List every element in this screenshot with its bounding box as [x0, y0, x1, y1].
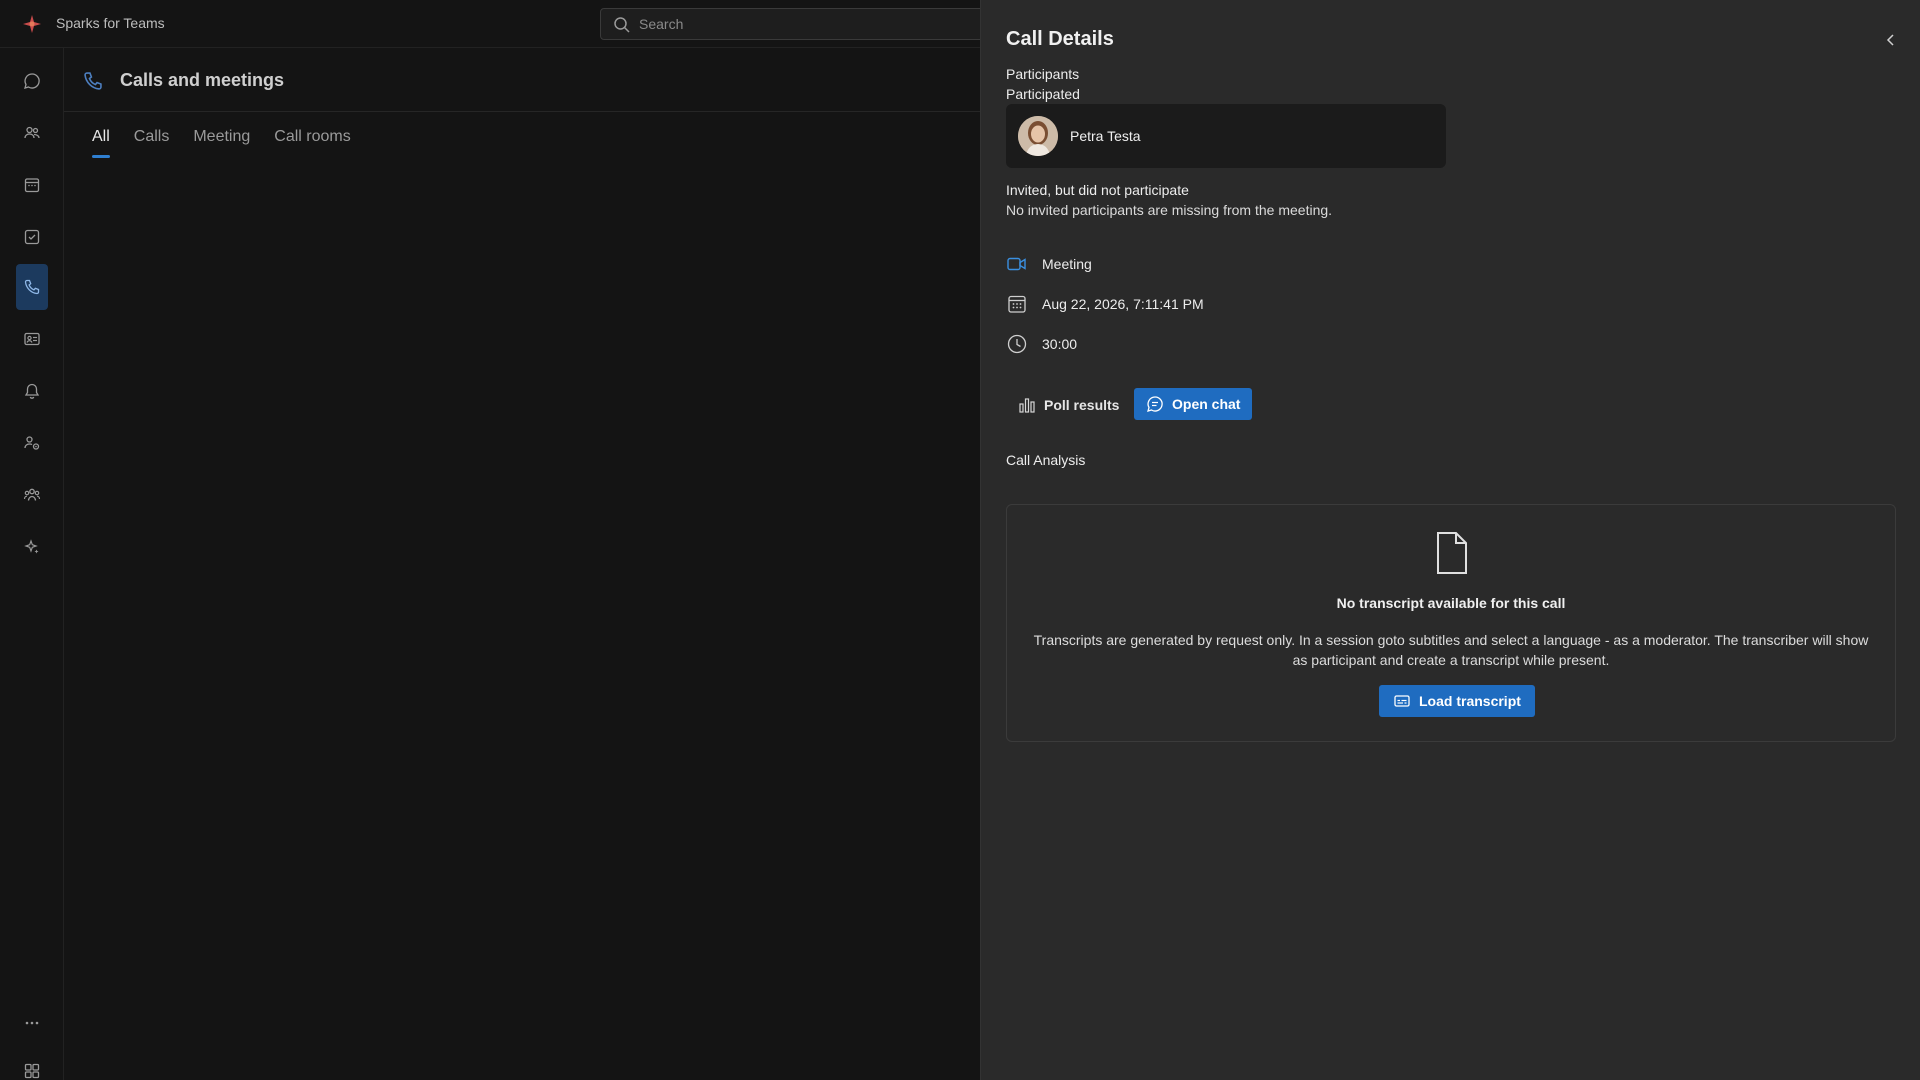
bell-icon: [24, 383, 40, 399]
video-camera-icon: [1007, 257, 1026, 271]
rail-item-teams[interactable]: [16, 472, 48, 518]
rail-item-contacts[interactable]: [16, 316, 48, 362]
phone-icon: [24, 279, 40, 295]
calendar-icon: [24, 178, 40, 193]
participant-name: Petra Testa: [1070, 128, 1141, 144]
poll-results-label: Poll results: [1044, 397, 1120, 413]
transcript-box: No transcript available for this call Tr…: [1006, 504, 1896, 742]
rail-item-activity[interactable]: [16, 368, 48, 414]
participant-card[interactable]: Petra Testa: [1006, 104, 1446, 168]
invited-label: Invited, but did not participate: [1006, 182, 1189, 198]
tab-calls[interactable]: Calls: [134, 128, 170, 158]
page-title: Calls and meetings: [120, 70, 285, 90]
transcript-description: Transcripts are generated by request onl…: [1033, 632, 1869, 668]
chevron-left-icon: [1886, 34, 1894, 46]
chat-icon: [24, 73, 40, 89]
teams-icon: [23, 488, 41, 501]
rail-item-more[interactable]: [16, 1000, 48, 1046]
call-duration: 30:00: [1042, 336, 1078, 352]
collapse-panel-button[interactable]: [1881, 30, 1901, 50]
sparkle-icon: [24, 539, 39, 554]
rail-item-calendar[interactable]: [16, 162, 48, 208]
call-analysis-label: Call Analysis: [1006, 452, 1086, 468]
rail-item-tasks[interactable]: [16, 214, 48, 260]
tab-meeting[interactable]: Meeting: [193, 128, 250, 158]
datetime-row: Aug 22, 2026, 7:11:41 PM: [1006, 292, 1204, 316]
meeting-type-row: Meeting: [1006, 252, 1092, 276]
invited-message: No invited participants are missing from…: [1006, 202, 1333, 218]
left-rail: [0, 48, 64, 1080]
rail-item-user-settings[interactable]: [16, 420, 48, 466]
rail-item-people[interactable]: [16, 110, 48, 156]
load-transcript-label: Load transcript: [1419, 693, 1521, 709]
meeting-type: Meeting: [1042, 256, 1092, 272]
call-datetime: Aug 22, 2026, 7:11:41 PM: [1042, 296, 1204, 312]
chat-icon: [1147, 396, 1163, 412]
tab-call-rooms[interactable]: Call rooms: [274, 128, 350, 158]
bar-chart-icon: [1019, 398, 1035, 413]
contact-card-icon: [24, 332, 40, 346]
user-settings-icon: [24, 436, 40, 450]
document-icon: [1437, 532, 1467, 574]
open-chat-label: Open chat: [1172, 396, 1241, 412]
search-icon: [614, 17, 630, 33]
rail-item-calls[interactable]: [16, 264, 48, 310]
participated-label: Participated: [1006, 86, 1080, 102]
avatar: [1018, 116, 1058, 156]
tab-bar: All Calls Meeting Call rooms: [92, 128, 351, 158]
search-input[interactable]: [639, 9, 999, 39]
rail-item-chat[interactable]: [16, 58, 48, 104]
phone-icon: [84, 72, 102, 90]
participants-label: Participants: [1006, 66, 1080, 82]
app-title: Sparks for Teams: [56, 15, 165, 31]
no-transcript-title: No transcript available for this call: [1336, 595, 1566, 611]
load-transcript-button[interactable]: Load transcript: [1379, 685, 1535, 717]
apps-icon: [24, 1063, 40, 1079]
call-details-panel: Call Details Participants Participated P…: [980, 0, 1920, 1080]
app-logo-icon: [23, 15, 41, 33]
more-icon: [25, 1021, 39, 1025]
tab-all[interactable]: All: [92, 128, 110, 158]
tasks-icon: [24, 229, 40, 245]
calendar-icon: [1008, 295, 1026, 313]
panel-title: Call Details: [1006, 28, 1114, 50]
search-box[interactable]: [600, 8, 1020, 40]
poll-results-button[interactable]: Poll results: [1018, 390, 1119, 420]
clock-icon: [1007, 334, 1027, 354]
rail-item-apps[interactable]: [16, 1048, 48, 1080]
header-divider: [64, 111, 1024, 112]
open-chat-button[interactable]: Open chat: [1134, 388, 1253, 420]
people-icon: [24, 126, 40, 139]
rail-item-copilot[interactable]: [16, 524, 48, 570]
subtitles-icon: [1394, 695, 1410, 707]
duration-row: 30:00: [1006, 332, 1077, 356]
